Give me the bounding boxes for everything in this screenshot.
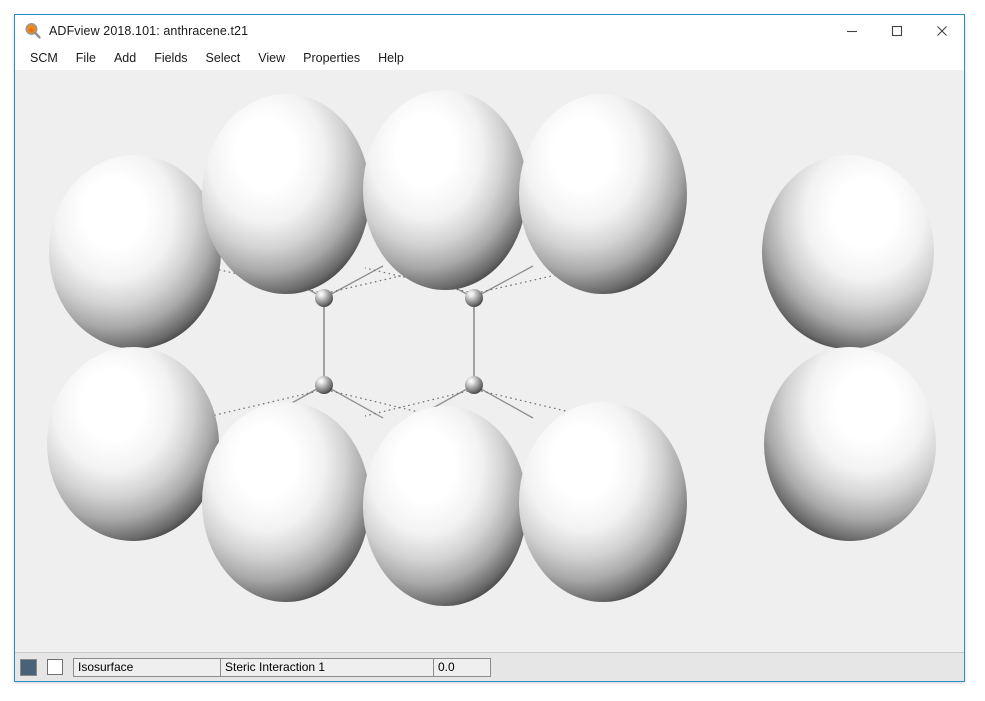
title-bar[interactable]: ADFview 2018.101: anthracene.t21: [15, 15, 964, 47]
field-visibility-checkbox[interactable]: [47, 659, 63, 675]
close-button[interactable]: [919, 15, 964, 47]
field-name-display[interactable]: Steric Interaction 1: [220, 657, 434, 677]
window-controls: [829, 15, 964, 47]
molecule-scene: [47, 90, 936, 606]
isosurface-lobe: [49, 155, 221, 349]
isosurface-lobe: [202, 94, 370, 294]
menu-item-help[interactable]: Help: [369, 49, 413, 68]
field-type-display[interactable]: Isosurface: [73, 657, 221, 677]
menu-item-properties[interactable]: Properties: [294, 49, 369, 68]
isosurface-lobe: [519, 402, 687, 602]
minimize-button[interactable]: [829, 15, 874, 47]
menu-item-file[interactable]: File: [67, 49, 105, 68]
menu-item-select[interactable]: Select: [197, 49, 250, 68]
menu-bar: SCM File Add Fields Select View Properti…: [15, 47, 964, 70]
isosurface-lobe: [363, 90, 527, 290]
isosurface-lobe: [519, 94, 687, 294]
window-title: ADFview 2018.101: anthracene.t21: [49, 24, 249, 38]
molecule-viewport[interactable]: [15, 70, 964, 652]
application-window: ADFview 2018.101: anthracene.t21 SCM Fil…: [14, 14, 965, 682]
menu-item-scm[interactable]: SCM: [21, 49, 67, 68]
isosurface-lobe: [762, 155, 934, 349]
isosurface-lobe: [202, 402, 370, 602]
field-color-swatch[interactable]: [20, 658, 37, 676]
atom-spheres: [315, 289, 483, 394]
isosurface-lobe: [363, 406, 527, 606]
isosurface-lobe: [764, 347, 936, 541]
isosurface-lobes: [47, 90, 936, 606]
menu-item-add[interactable]: Add: [105, 49, 145, 68]
menu-item-view[interactable]: View: [249, 49, 294, 68]
field-value-display[interactable]: 0.0: [433, 657, 491, 677]
maximize-button[interactable]: [874, 15, 919, 47]
magnifier-icon: [23, 21, 43, 41]
isosurface-lobe: [47, 347, 219, 541]
menu-item-fields[interactable]: Fields: [145, 49, 196, 68]
status-bar: Isosurface Steric Interaction 1 0.0: [15, 652, 964, 681]
